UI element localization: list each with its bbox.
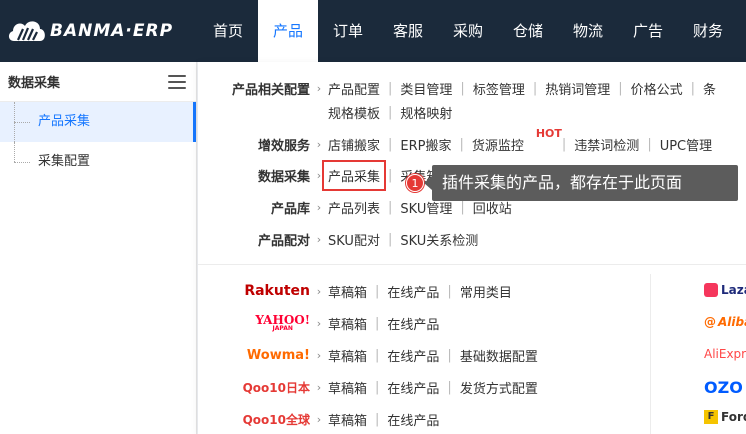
- link-erp-migration[interactable]: ERP搬家: [400, 135, 451, 154]
- section-label: 数据采集: [257, 169, 310, 185]
- link-common-categories[interactable]: 常用类目: [460, 282, 512, 301]
- menu-icon[interactable]: [168, 74, 186, 89]
- chevron-right-icon: ›: [316, 137, 322, 151]
- config-row-value-services: 增效服务 › 店铺搬家 | ERP搬家 | 货源监控 HOT | 违禁词检测 | UPC管…: [198, 127, 712, 154]
- brand-logo[interactable]: BANMA·ERP: [6, 14, 173, 48]
- sidebar-header: 数据采集: [0, 62, 196, 102]
- qoo10-japan-logo[interactable]: Qoo10日本: [198, 379, 310, 396]
- link-drafts[interactable]: 草稿箱: [328, 378, 367, 397]
- platform-row-wowma: Wowma! › 草稿箱 | 在线产品 | 基础数据配置: [198, 345, 538, 365]
- sidebar-item-label: 产品采集: [38, 114, 91, 129]
- config-row-product-pairing: 产品配对 › SKU配对 | SKU关系检测: [198, 229, 478, 249]
- yahoo-logo[interactable]: YAHOO! JAPAN: [198, 314, 310, 332]
- link-product-list[interactable]: 产品列表: [328, 198, 380, 217]
- link-tag-management[interactable]: 标签管理: [473, 79, 525, 98]
- fordeal-icon: F: [704, 410, 718, 424]
- link-basic-data-config[interactable]: 基础数据配置: [460, 346, 538, 365]
- config-row-data-collection: 数据采集 › 产品采集| 采集箱: [198, 159, 439, 191]
- rakuten-logo[interactable]: Rakuten: [198, 283, 310, 299]
- nav-customer-service[interactable]: 客服: [378, 0, 438, 62]
- link-product-config[interactable]: 产品配置: [328, 79, 380, 98]
- tree-connector: [14, 102, 32, 142]
- wowma-logo[interactable]: Wowma!: [198, 348, 310, 363]
- nav-products[interactable]: 产品: [258, 0, 318, 62]
- link-drafts[interactable]: 草稿箱: [328, 346, 367, 365]
- section-label: 产品配对: [257, 233, 310, 249]
- brand-name: BANMA·ERP: [50, 21, 174, 41]
- link-truncated[interactable]: 条: [703, 79, 716, 98]
- config-row-product-settings: 产品相关配置 › 产品配置 | 类目管理 | 标签管理 | 热销词管理 | 价格公式 | …: [198, 78, 716, 98]
- link-price-formula[interactable]: 价格公式: [631, 79, 683, 98]
- fordeal-logo[interactable]: F Ford: [704, 410, 746, 424]
- link-online-products[interactable]: 在线产品: [387, 282, 439, 301]
- link-drafts[interactable]: 草稿箱: [328, 314, 367, 333]
- products-mega-menu: 产品相关配置 › 产品配置 | 类目管理 | 标签管理 | 热销词管理 | 价格公式 | …: [198, 62, 746, 434]
- section-label: 产品相关配置: [231, 82, 310, 98]
- alibaba-logo[interactable]: @ Aliba: [704, 315, 746, 329]
- ozon-logo[interactable]: OZO: [704, 378, 743, 397]
- nav-finance[interactable]: 财务: [678, 0, 738, 62]
- link-sku-relation-check[interactable]: SKU关系检测: [400, 230, 478, 249]
- hot-badge: HOT: [535, 126, 562, 140]
- sidebar-item-label: 采集配置: [38, 154, 91, 169]
- link-online-products[interactable]: 在线产品: [387, 378, 439, 397]
- link-online-products[interactable]: 在线产品: [387, 314, 439, 333]
- alibaba-icon: @: [704, 315, 716, 329]
- link-upc-management[interactable]: UPC管理: [660, 135, 712, 154]
- link-drafts[interactable]: 草稿箱: [328, 282, 367, 301]
- link-source-monitor[interactable]: 货源监控 HOT: [472, 127, 562, 154]
- sidebar: 数据采集 产品采集 采集配置: [0, 62, 197, 434]
- heart-icon: [704, 283, 718, 297]
- nav-logistics[interactable]: 物流: [558, 0, 618, 62]
- platform-row-rakuten: Rakuten › 草稿箱 | 在线产品 | 常用类目: [198, 281, 512, 301]
- top-navbar: BANMA·ERP 首页 产品 订单 客服 采购 仓储 物流 广告 财务: [0, 0, 746, 62]
- platform-row-qoo10-japan: Qoo10日本 › 草稿箱 | 在线产品 | 发货方式配置: [198, 377, 538, 397]
- section-divider: [198, 264, 746, 265]
- sidebar-title: 数据采集: [8, 76, 61, 91]
- chevron-right-icon: ›: [316, 200, 322, 214]
- chevron-right-icon: ›: [316, 81, 322, 95]
- aliexpress-logo[interactable]: AliExpre: [704, 347, 746, 361]
- nav-purchasing[interactable]: 采购: [438, 0, 498, 62]
- link-store-migration[interactable]: 店铺搬家: [328, 135, 380, 154]
- sidebar-item-collection-config[interactable]: 采集配置: [0, 142, 196, 182]
- chevron-right-icon: ›: [316, 412, 322, 426]
- nav-warehouse[interactable]: 仓储: [498, 0, 558, 62]
- nav-ads[interactable]: 广告: [618, 0, 678, 62]
- link-spec-template[interactable]: 规格模板: [328, 103, 380, 122]
- link-sku-pairing[interactable]: SKU配对: [328, 230, 380, 249]
- chevron-right-icon: ›: [316, 348, 322, 362]
- platform-row-yahoo: YAHOO! JAPAN › 草稿箱 | 在线产品: [198, 313, 439, 333]
- section-label: 增效服务: [257, 138, 310, 154]
- main-nav: 首页 产品 订单 客服 采购 仓储 物流 广告 财务: [198, 0, 738, 62]
- tree-connector: [14, 142, 32, 182]
- link-category-management[interactable]: 类目管理: [400, 79, 452, 98]
- chevron-right-icon: ›: [316, 316, 322, 330]
- step-badge: 1: [406, 174, 424, 192]
- nav-orders[interactable]: 订单: [318, 0, 378, 62]
- chevron-right-icon: ›: [316, 168, 322, 182]
- guide-tooltip: 插件采集的产品，都存在于此页面: [424, 165, 738, 201]
- link-shipping-config[interactable]: 发货方式配置: [460, 378, 538, 397]
- config-row-product-settings-2: 规格模板 | 规格映射: [328, 103, 453, 122]
- sidebar-item-product-collection[interactable]: 产品采集: [0, 102, 196, 142]
- link-banned-words[interactable]: 违禁词检测: [574, 135, 639, 154]
- link-drafts[interactable]: 草稿箱: [328, 410, 367, 429]
- link-product-collection[interactable]: 产品采集: [321, 159, 387, 191]
- chevron-right-icon: ›: [316, 380, 322, 394]
- link-online-products[interactable]: 在线产品: [387, 410, 439, 429]
- column-divider: [650, 274, 651, 434]
- link-hot-words[interactable]: 热销词管理: [545, 79, 610, 98]
- platform-row-qoo10-global: Qoo10全球 › 草稿箱 | 在线产品: [198, 409, 440, 429]
- chevron-right-icon: ›: [316, 284, 322, 298]
- zebra-cloud-icon: [8, 21, 45, 41]
- link-online-products[interactable]: 在线产品: [387, 346, 439, 365]
- qoo10-global-logo[interactable]: Qoo10全球: [198, 411, 310, 428]
- nav-home[interactable]: 首页: [198, 0, 258, 62]
- section-label: 产品库: [270, 201, 310, 217]
- chevron-right-icon: ›: [316, 232, 322, 246]
- link-spec-mapping[interactable]: 规格映射: [400, 103, 452, 122]
- lazada-logo[interactable]: Laza: [704, 283, 746, 297]
